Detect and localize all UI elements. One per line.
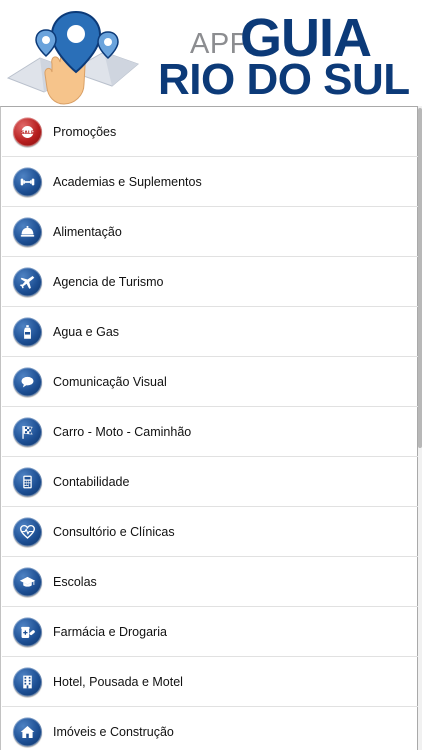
checkered-flag-icon [13, 417, 42, 446]
list-frame: SALE Promoções Academias e Suplementos A… [0, 106, 418, 750]
building-icon [13, 667, 42, 696]
list-scrollbar[interactable] [418, 106, 422, 750]
category-item-contabilidade[interactable]: Contabilidade [2, 457, 418, 507]
category-label: Agua e Gas [53, 324, 120, 339]
category-label: Promoções [53, 124, 117, 139]
category-label: Hotel, Pousada e Motel [53, 674, 183, 689]
svg-text:SALE: SALE [21, 130, 34, 136]
category-item-academias[interactable]: Academias e Suplementos [2, 157, 418, 207]
category-label: Escolas [53, 574, 97, 589]
water-bottle-icon [13, 317, 42, 346]
category-item-agua-gas[interactable]: Agua e Gas [2, 307, 418, 357]
dumbbell-icon [13, 167, 42, 196]
calculator-icon [13, 467, 42, 496]
food-cloche-icon [13, 217, 42, 246]
airplane-icon [13, 267, 42, 296]
category-label: Consultório e Clínicas [53, 524, 175, 539]
scrollbar-thumb[interactable] [418, 108, 422, 448]
category-label: Agencia de Turismo [53, 274, 164, 289]
category-item-farmacia[interactable]: Farmácia e Drogaria [2, 607, 418, 657]
app-header: APP GUIA RIO DO SUL [0, 0, 422, 108]
graduation-cap-icon [13, 567, 42, 596]
category-label: Academias e Suplementos [53, 174, 202, 189]
category-item-promocoes[interactable]: SALE Promoções [2, 107, 418, 157]
category-label: Farmácia e Drogaria [53, 624, 167, 639]
category-item-carro-moto[interactable]: Carro - Moto - Caminhão [2, 407, 418, 457]
chat-bubble-icon [13, 367, 42, 396]
house-icon [13, 717, 42, 746]
category-label: Imóveis e Construção [53, 724, 174, 739]
category-item-comunicacao-visual[interactable]: Comunicação Visual [2, 357, 418, 407]
map-pins-logo-icon [6, 10, 139, 105]
category-item-imoveis[interactable]: Imóveis e Construção [2, 707, 418, 750]
category-label: Contabilidade [53, 474, 130, 489]
heart-pulse-icon [13, 517, 42, 546]
sale-badge-icon: SALE [13, 117, 42, 146]
category-label: Alimentação [53, 224, 122, 239]
category-list: SALE Promoções Academias e Suplementos A… [0, 106, 422, 750]
category-item-consultorio-clinicas[interactable]: Consultório e Clínicas [2, 507, 418, 557]
category-item-escolas[interactable]: Escolas [2, 557, 418, 607]
category-item-alimentacao[interactable]: Alimentação [2, 207, 418, 257]
pills-icon [13, 617, 42, 646]
category-item-agencia-turismo[interactable]: Agencia de Turismo [2, 257, 418, 307]
brand-city-text: RIO DO SUL [158, 55, 410, 104]
category-label: Carro - Moto - Caminhão [53, 424, 192, 439]
category-label: Comunicação Visual [53, 374, 167, 389]
category-item-hotel[interactable]: Hotel, Pousada e Motel [2, 657, 418, 707]
